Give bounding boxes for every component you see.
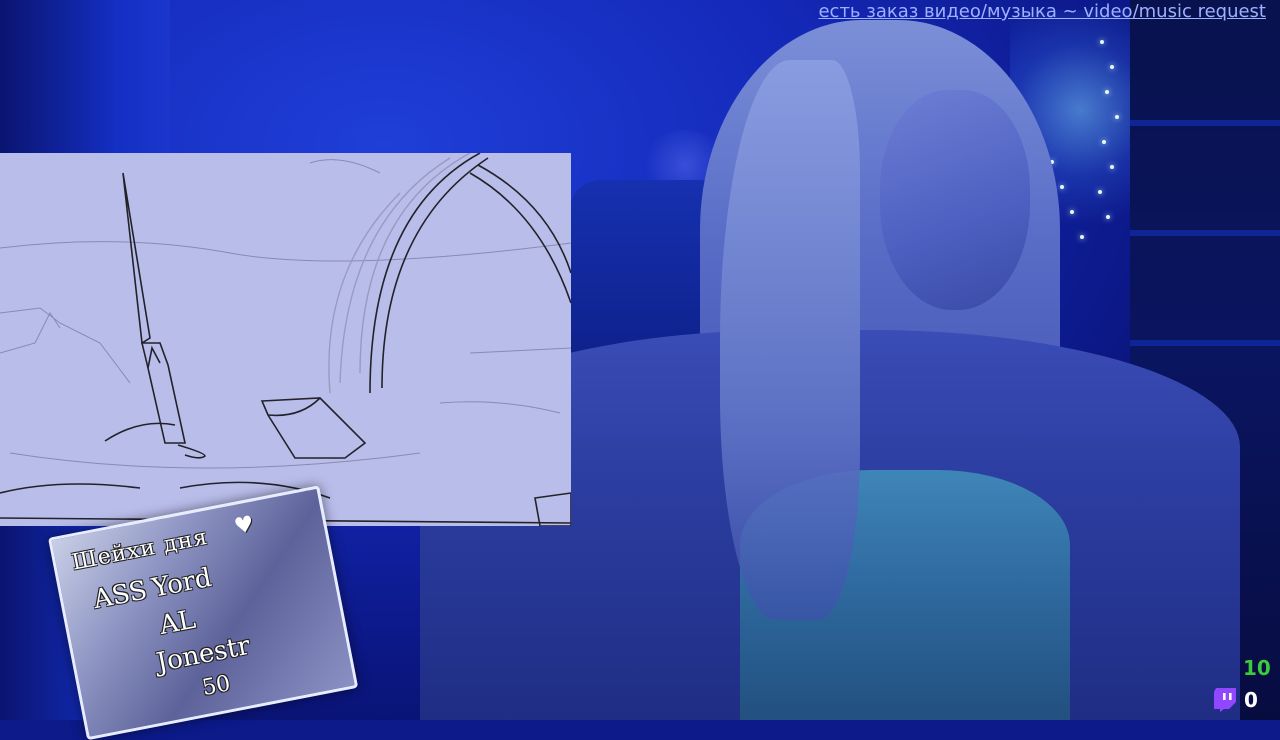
sign-line: AL: [157, 604, 199, 641]
sign-line: Yord: [149, 562, 215, 604]
twitch-icon: [1214, 688, 1236, 712]
sign-line: ASS: [90, 575, 150, 616]
streamer-hair-front: [720, 60, 860, 620]
follower-count: 10: [1243, 656, 1271, 680]
drawing-canvas: [0, 153, 571, 526]
sign-line: 50: [200, 671, 233, 702]
streamer-face: [880, 90, 1030, 310]
subscriber-count: 0: [1244, 688, 1258, 712]
heart-icon: ♥: [232, 511, 257, 541]
request-link[interactable]: есть заказ видео/музыка ~ video/music re…: [818, 1, 1266, 22]
